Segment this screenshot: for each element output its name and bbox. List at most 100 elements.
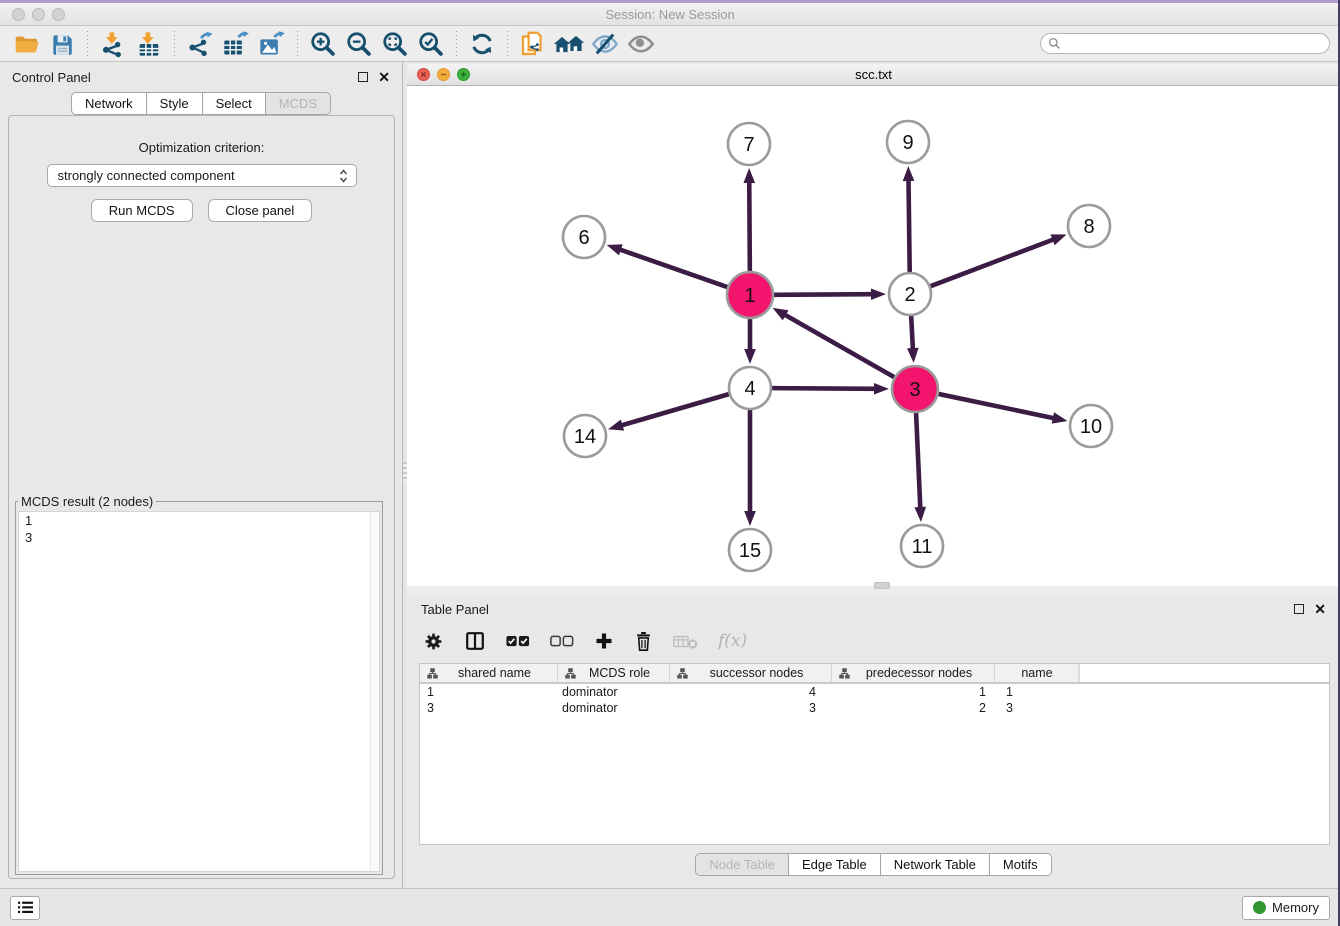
edge-arrowhead: [1050, 234, 1066, 245]
delete-table-button[interactable]: [673, 633, 698, 650]
add-column-button[interactable]: [594, 631, 614, 651]
toolbar-separator: [507, 31, 508, 57]
column-label: shared name: [438, 666, 557, 680]
tab-mcds[interactable]: MCDS: [265, 92, 331, 115]
table-settings-button[interactable]: [423, 631, 444, 652]
clone-network-button[interactable]: [515, 29, 551, 59]
zoom-in-button[interactable]: [305, 29, 341, 59]
export-table-button[interactable]: [218, 29, 254, 59]
edge-3-10[interactable]: [938, 394, 1055, 419]
select-all-button[interactable]: [506, 635, 530, 648]
header-filler: [1079, 664, 1329, 682]
horizontal-splitter[interactable]: [407, 586, 1340, 597]
tab-select[interactable]: Select: [202, 92, 266, 115]
column-header-successor-nodes[interactable]: successor nodes: [670, 664, 832, 682]
column-header-shared-name[interactable]: shared name: [420, 664, 558, 682]
split-panel-button[interactable]: [464, 630, 486, 652]
result-item[interactable]: 1: [19, 512, 379, 529]
function-builder-button[interactable]: f(x): [718, 631, 747, 651]
edge-arrowhead: [907, 348, 919, 363]
table-row[interactable]: 1dominator411: [420, 684, 1329, 700]
column-header-predecessor-nodes[interactable]: predecessor nodes: [832, 664, 995, 682]
table-cell[interactable]: 1: [420, 685, 558, 699]
export-table-icon: [221, 30, 251, 58]
mcds-result-list[interactable]: 13: [18, 511, 380, 872]
deselect-all-button[interactable]: [550, 635, 574, 648]
tab-motifs[interactable]: Motifs: [989, 853, 1052, 876]
table-cell[interactable]: 3: [420, 701, 558, 715]
table-cell[interactable]: 4: [670, 685, 832, 699]
table-cell[interactable]: dominator: [558, 701, 670, 715]
table-cell[interactable]: dominator: [558, 685, 670, 699]
edge-arrowhead: [871, 288, 886, 300]
splitter-grip[interactable]: [874, 582, 890, 589]
export-network-button[interactable]: [182, 29, 218, 59]
criterion-value: strongly connected component: [58, 168, 339, 183]
memory-button[interactable]: Memory: [1242, 896, 1330, 920]
zoom-selected-button[interactable]: [413, 29, 449, 59]
export-image-button[interactable]: [254, 29, 290, 59]
hide-details-button[interactable]: [587, 29, 623, 59]
edge-4-14[interactable]: [620, 394, 729, 426]
tab-network[interactable]: Network: [71, 92, 147, 115]
gear-icon: [423, 631, 444, 652]
column-header-name[interactable]: name: [995, 664, 1079, 682]
edge-3-1[interactable]: [783, 314, 894, 377]
zoom-selected-icon: [416, 30, 446, 58]
edge-4-3[interactable]: [772, 388, 877, 389]
edge-2-3[interactable]: [911, 316, 913, 351]
hierarchy-icon: [565, 668, 576, 679]
float-panel-icon[interactable]: [1294, 604, 1304, 614]
optimization-criterion-label: Optimization criterion:: [9, 140, 394, 155]
table-cell[interactable]: 3: [995, 701, 1079, 715]
column-label: successor nodes: [688, 666, 831, 680]
tab-style[interactable]: Style: [146, 92, 203, 115]
zoom-fit-button[interactable]: [377, 29, 413, 59]
edge-1-6[interactable]: [618, 249, 727, 287]
open-session-button[interactable]: [8, 29, 44, 59]
column-label: MCDS role: [576, 666, 669, 680]
main-toolbar: [0, 26, 1340, 62]
home-networks-button[interactable]: [551, 29, 587, 59]
tab-node-table[interactable]: Node Table: [695, 853, 789, 876]
result-scrollbar[interactable]: [370, 512, 379, 871]
table-cell[interactable]: 3: [670, 701, 832, 715]
close-panel-button[interactable]: Close panel: [208, 199, 313, 222]
birdseye-view-button[interactable]: [623, 29, 659, 59]
edge-1-7[interactable]: [749, 180, 750, 271]
global-search-field[interactable]: [1040, 33, 1330, 54]
tab-edge-table[interactable]: Edge Table: [788, 853, 881, 876]
network-canvas[interactable]: 7968124314101511: [407, 86, 1340, 586]
table-row[interactable]: 3dominator323: [420, 700, 1329, 716]
edge-3-11[interactable]: [916, 413, 920, 510]
refresh-view-button[interactable]: [464, 29, 500, 59]
save-session-button[interactable]: [44, 29, 80, 59]
task-history-button[interactable]: [10, 896, 40, 920]
close-panel-icon[interactable]: ✕: [1314, 602, 1326, 616]
column-header-MCDS-role[interactable]: MCDS role: [558, 664, 670, 682]
memory-status-icon: [1253, 901, 1266, 914]
close-panel-icon[interactable]: ✕: [378, 70, 390, 84]
import-network-button[interactable]: [95, 29, 131, 59]
hierarchy-icon: [677, 668, 688, 679]
zoom-out-button[interactable]: [341, 29, 377, 59]
table-cell[interactable]: 1: [995, 685, 1079, 699]
float-panel-icon[interactable]: [358, 72, 368, 82]
edge-2-8[interactable]: [931, 239, 1056, 286]
import-table-button[interactable]: [131, 29, 167, 59]
criterion-dropdown[interactable]: strongly connected component: [47, 164, 357, 187]
edge-2-9[interactable]: [908, 178, 909, 272]
export-image-icon: [257, 30, 287, 58]
search-input[interactable]: [1061, 37, 1329, 51]
node-table[interactable]: shared name MCDS role successor nodesprede…: [419, 663, 1330, 845]
two-houses-icon: [552, 30, 586, 58]
edge-1-2[interactable]: [774, 294, 874, 295]
delete-columns-button[interactable]: [634, 631, 653, 652]
tab-network-table[interactable]: Network Table: [880, 853, 990, 876]
result-item[interactable]: 3: [19, 529, 379, 546]
network-graph[interactable]: 7968124314101511: [407, 86, 1340, 586]
run-mcds-button[interactable]: Run MCDS: [91, 199, 193, 222]
table-cell[interactable]: 2: [832, 701, 995, 715]
node-label-1: 1: [744, 285, 755, 307]
table-cell[interactable]: 1: [832, 685, 995, 699]
